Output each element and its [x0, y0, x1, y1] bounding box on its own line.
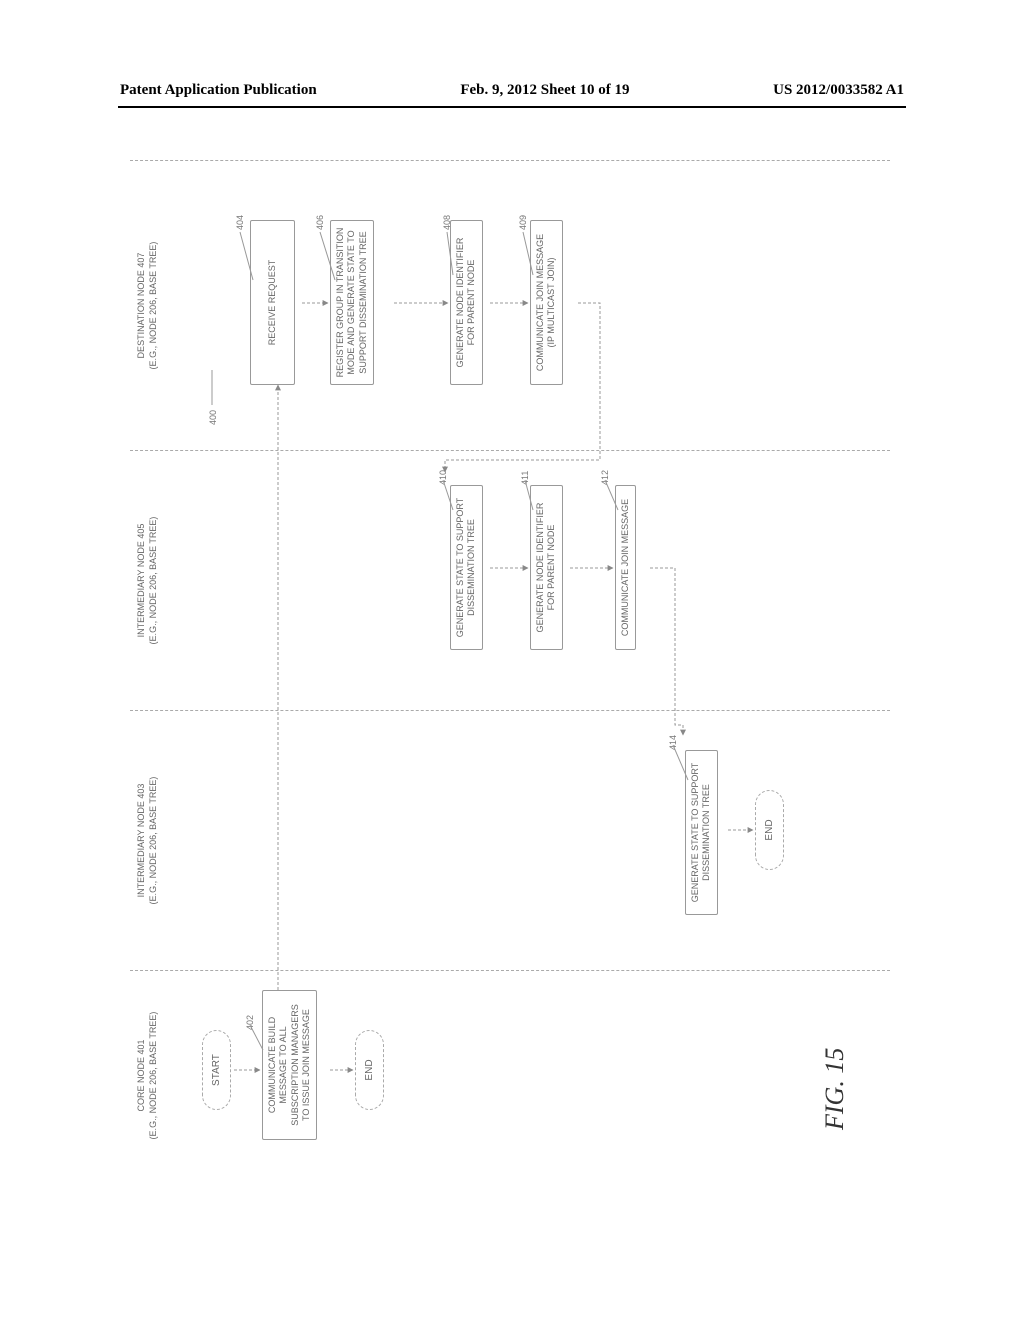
label-406: 406 — [315, 215, 325, 230]
lane-inter2: INTERMEDIARY NODE 405 (E.G., NODE 206, B… — [130, 450, 890, 710]
lane-title-core: CORE NODE 401 (E.G., NODE 206, BASE TREE… — [136, 975, 159, 1176]
step-410: GENERATE STATE TO SUPPORT DISSEMINATION … — [450, 485, 483, 650]
step-406: REGISTER GROUP IN TRANSITION MODE AND GE… — [330, 220, 374, 385]
diagram-number: 400 — [208, 410, 218, 425]
label-409: 409 — [518, 215, 528, 230]
label-410: 410 — [438, 470, 448, 485]
label-411: 411 — [520, 471, 530, 485]
header-right: US 2012/0033582 A1 — [773, 82, 904, 99]
step-408: GENERATE NODE IDENTIFIER FOR PARENT NODE — [450, 220, 483, 385]
page-header: Patent Application Publication Feb. 9, 2… — [120, 82, 904, 99]
step-409: COMMUNICATE JOIN MESSAGE (IP MULTICAST J… — [530, 220, 563, 385]
step-404: RECEIVE REQUEST — [250, 220, 295, 385]
start-terminator: START — [202, 1030, 231, 1110]
diagram: CORE NODE 401 (E.G., NODE 206, BASE TREE… — [130, 160, 890, 1180]
lane-title-inter1: INTERMEDIARY NODE 403 (E.G., NODE 206, B… — [136, 715, 159, 966]
header-center: Feb. 9, 2012 Sheet 10 of 19 — [460, 82, 629, 99]
step-402: COMMUNICATE BUILD MESSAGE TO ALL SUBSCRI… — [262, 990, 317, 1140]
label-412: 412 — [600, 470, 610, 485]
header-rule — [118, 106, 906, 108]
step-411: GENERATE NODE IDENTIFIER FOR PARENT NODE — [530, 485, 563, 650]
lane-title-inter2: INTERMEDIARY NODE 405 (E.G., NODE 206, B… — [136, 455, 159, 706]
step-412: COMMUNICATE JOIN MESSAGE — [615, 485, 636, 650]
lane-title-dest: DESTINATION NODE 407 (E.G., NODE 206, BA… — [136, 165, 159, 446]
lane-core: CORE NODE 401 (E.G., NODE 206, BASE TREE… — [130, 970, 890, 1180]
figure-wrap: CORE NODE 401 (E.G., NODE 206, BASE TREE… — [130, 160, 890, 1200]
end2-terminator: END — [755, 790, 784, 870]
label-402: 402 — [245, 1015, 255, 1030]
header-left: Patent Application Publication — [120, 82, 317, 99]
end1-terminator: END — [355, 1030, 384, 1110]
figure-label: FIG. 15 — [820, 1048, 850, 1130]
step-414: GENERATE STATE TO SUPPORT DISSEMINATION … — [685, 750, 718, 915]
lane-dest: DESTINATION NODE 407 (E.G., NODE 206, BA… — [130, 160, 890, 450]
label-404: 404 — [235, 215, 245, 230]
label-414: 414 — [668, 735, 678, 750]
